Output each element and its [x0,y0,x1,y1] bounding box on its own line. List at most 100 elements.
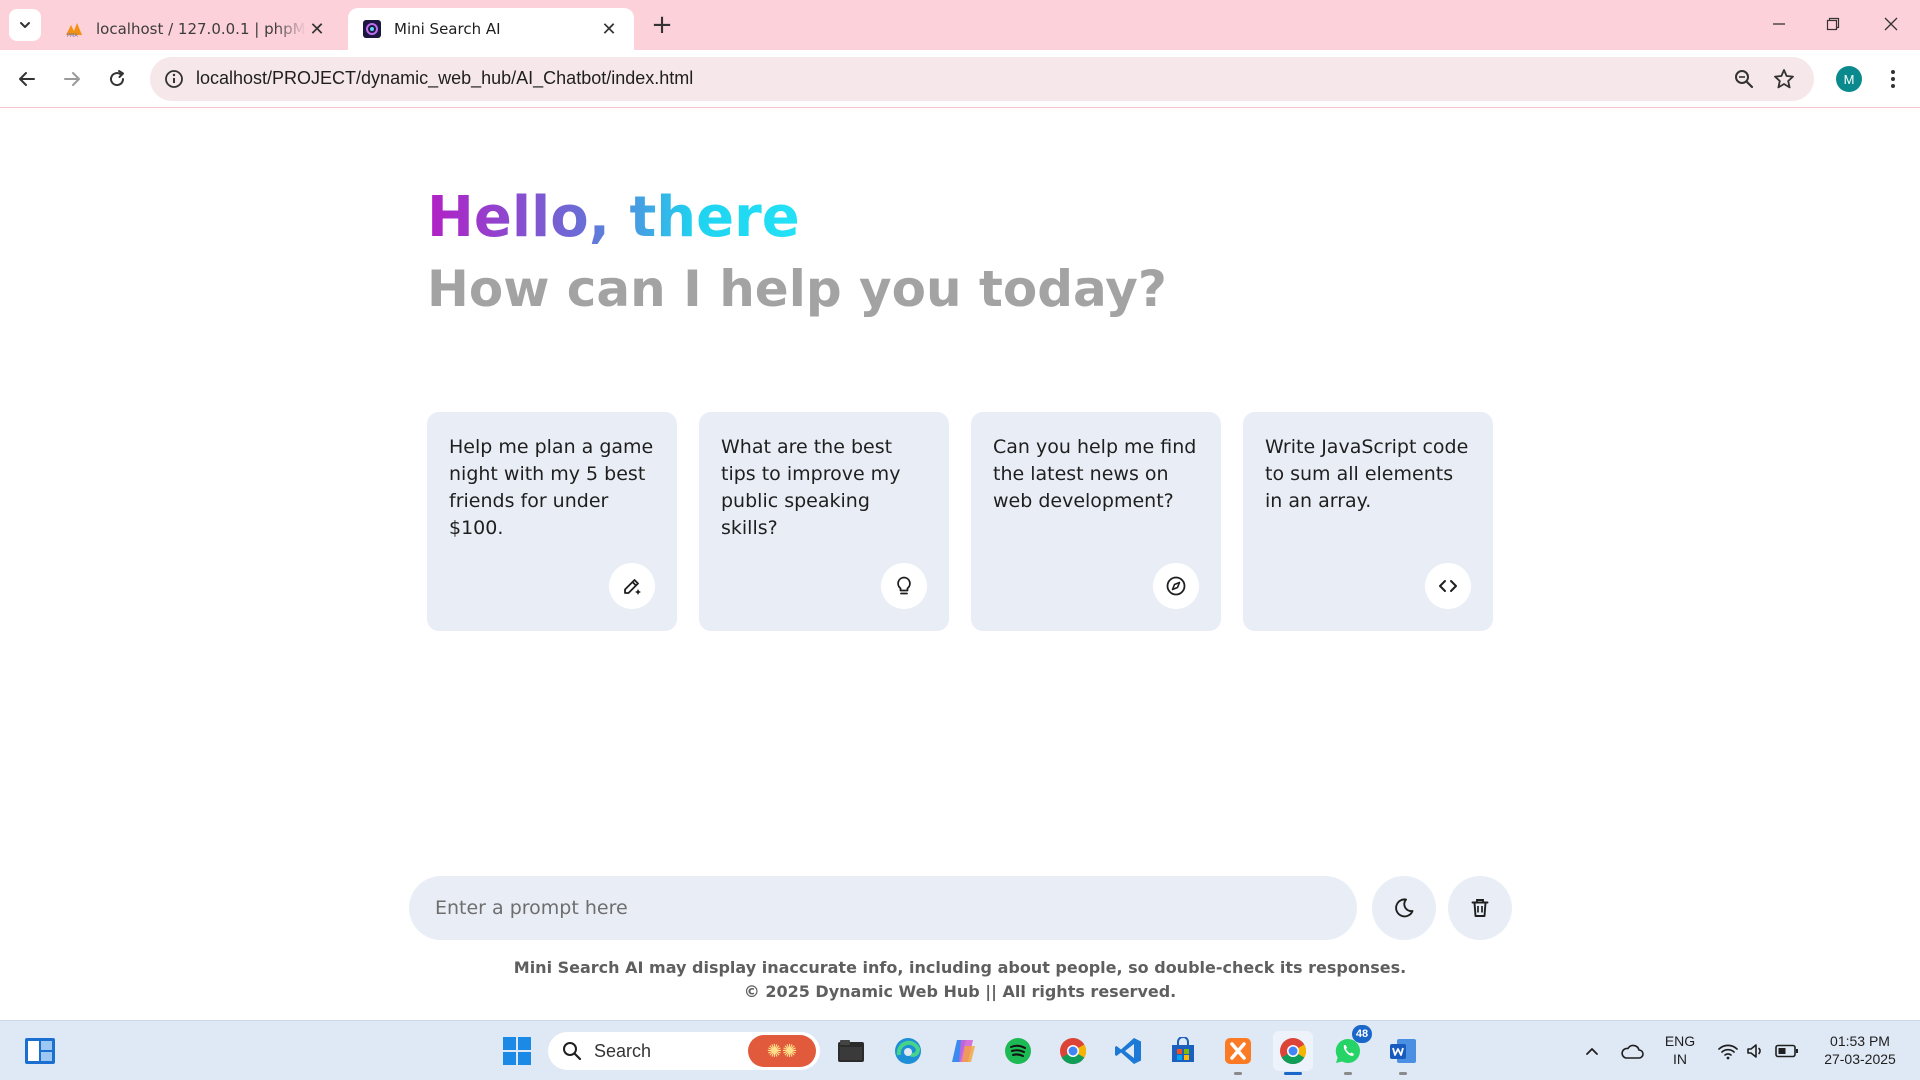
delete-chats-button[interactable] [1448,876,1512,940]
search-highlight-icon: ✺✺ [748,1035,816,1067]
suggestion-card[interactable]: What are the best tips to improve my pub… [699,412,949,631]
reload-icon [110,70,125,87]
code-icon [1425,563,1471,609]
taskbar-search[interactable]: Search ✺✺ [548,1032,820,1070]
language-region: IN [1673,1051,1687,1067]
new-tab-button[interactable]: + [648,10,676,40]
suggestion-text: Write JavaScript code to sum all element… [1265,436,1469,512]
suggestion-card[interactable]: Help me plan a game night with my 5 best… [427,412,677,631]
spotify-icon [1005,1038,1031,1064]
taskbar-app-file-explorer[interactable] [831,1031,871,1071]
moon-icon [1395,898,1414,918]
suggestion-text: What are the best tips to improve my pub… [721,436,901,539]
site-info-icon[interactable] [162,67,186,91]
cloud-icon [1621,1044,1644,1059]
greeting-title: Hello, there [427,180,800,256]
compass-icon [1153,563,1199,609]
tab-search-button[interactable] [9,9,41,41]
taskbar: Search ✺✺ 48 ENG IN 01:53 PM 27-03-2025 [0,1020,1920,1080]
mini-search-ai-icon [362,19,382,39]
vscode-icon [1115,1038,1141,1064]
browser-toolbar: localhost/PROJECT/dynamic_web_hub/AI_Cha… [0,50,1920,108]
theme-toggle-button[interactable] [1372,876,1436,940]
minimize-button[interactable] [1752,4,1806,44]
suggestion-card[interactable]: Can you help me find the latest news on … [971,412,1221,631]
language-code: ENG [1664,1033,1696,1049]
taskbar-app-copilot[interactable] [943,1031,983,1071]
suggestion-text: Help me plan a game night with my 5 best… [449,436,654,539]
input-language-indicator[interactable]: ENG IN [1658,1032,1702,1068]
close-window-button[interactable] [1864,4,1918,44]
running-indicator [1344,1072,1352,1075]
pen-sparkle-icon [609,563,655,609]
copyright-text: © 2025 Dynamic Web Hub || All rights res… [743,982,1177,1001]
show-hidden-icons-button[interactable] [1572,1031,1612,1071]
prompt-input[interactable] [409,876,1357,940]
chevron-up-icon [1586,1048,1598,1055]
restore-button[interactable] [1806,4,1860,44]
bookmark-star-icon[interactable] [1772,67,1796,91]
suggestion-text: Can you help me find the latest news on … [993,436,1197,512]
tab-phpmyadmin[interactable]: PMA localhost / 127.0.0.1 | phpMyAdmin ✕ [50,8,342,50]
taskbar-app-vscode[interactable] [1108,1031,1148,1071]
close-tab-icon[interactable]: ✕ [306,18,328,40]
restore-icon [1826,17,1840,31]
tab-mini-search-ai[interactable]: Mini Search AI ✕ [348,8,634,50]
lightbulb-icon [881,563,927,609]
more-vertical-icon [1891,70,1895,88]
chevron-down-icon [20,22,30,28]
clock[interactable]: 01:53 PM 27-03-2025 [1812,1032,1908,1068]
xampp-icon [1225,1038,1251,1064]
search-icon [563,1042,582,1061]
store-icon [1172,1037,1194,1062]
phpmyadmin-icon: PMA [64,19,84,39]
prompt-bar [409,876,1357,940]
tab-title: localhost / 127.0.0.1 | phpMyAdmin [96,20,306,38]
edge-icon [895,1038,921,1064]
taskbar-app-chrome[interactable] [1053,1031,1093,1071]
disclaimer-text: Mini Search AI may display inaccurate in… [513,958,1407,977]
url-text[interactable]: localhost/PROJECT/dynamic_web_hub/AI_Cha… [196,68,693,89]
copilot-icon [952,1040,975,1062]
taskbar-app-xampp[interactable] [1218,1031,1258,1075]
browser-tabstrip: PMA localhost / 127.0.0.1 | phpMyAdmin ✕… [0,0,1920,50]
taskbar-app-store[interactable] [1163,1031,1203,1071]
taskbar-app-chrome-active[interactable] [1273,1031,1313,1075]
tab-title: Mini Search AI [394,20,501,38]
taskbar-app-whatsapp[interactable]: 48 [1328,1025,1372,1075]
minimize-icon [1773,23,1785,25]
address-bar[interactable]: localhost/PROJECT/dynamic_web_hub/AI_Cha… [150,57,1814,101]
chrome-icon [1280,1038,1307,1065]
back-button[interactable] [9,61,45,97]
taskbar-app-edge[interactable] [888,1031,928,1071]
onedrive-button[interactable] [1612,1031,1652,1071]
browser-menu-button[interactable] [1878,64,1908,94]
clock-time: 01:53 PM [1830,1033,1890,1049]
start-button[interactable] [497,1031,537,1071]
volume-status[interactable] [1742,1031,1770,1071]
wifi-status[interactable] [1714,1031,1742,1071]
greeting-subtitle: How can I help you today? [427,260,1167,318]
clock-date: 27-03-2025 [1824,1051,1896,1067]
forward-button[interactable] [54,61,90,97]
trash-icon [1471,899,1489,917]
widgets-button[interactable] [20,1031,60,1071]
windows-icon [503,1037,531,1065]
reload-button[interactable] [99,61,135,97]
profile-avatar[interactable]: M [1836,66,1862,92]
zoom-icon[interactable] [1732,67,1756,91]
suggestion-card[interactable]: Write JavaScript code to sum all element… [1243,412,1493,631]
active-indicator [1284,1072,1302,1075]
running-indicator [1399,1072,1407,1075]
battery-status[interactable] [1772,1031,1802,1071]
word-icon [1390,1039,1416,1063]
battery-icon [1775,1044,1798,1058]
folder-icon [838,1040,864,1062]
arrow-right-icon [64,72,80,86]
chrome-icon [1060,1038,1087,1065]
running-indicator [1234,1072,1242,1075]
taskbar-app-word[interactable] [1383,1031,1423,1075]
arrow-left-icon [19,72,35,86]
close-tab-icon[interactable]: ✕ [598,18,620,40]
taskbar-app-spotify[interactable] [998,1031,1038,1071]
